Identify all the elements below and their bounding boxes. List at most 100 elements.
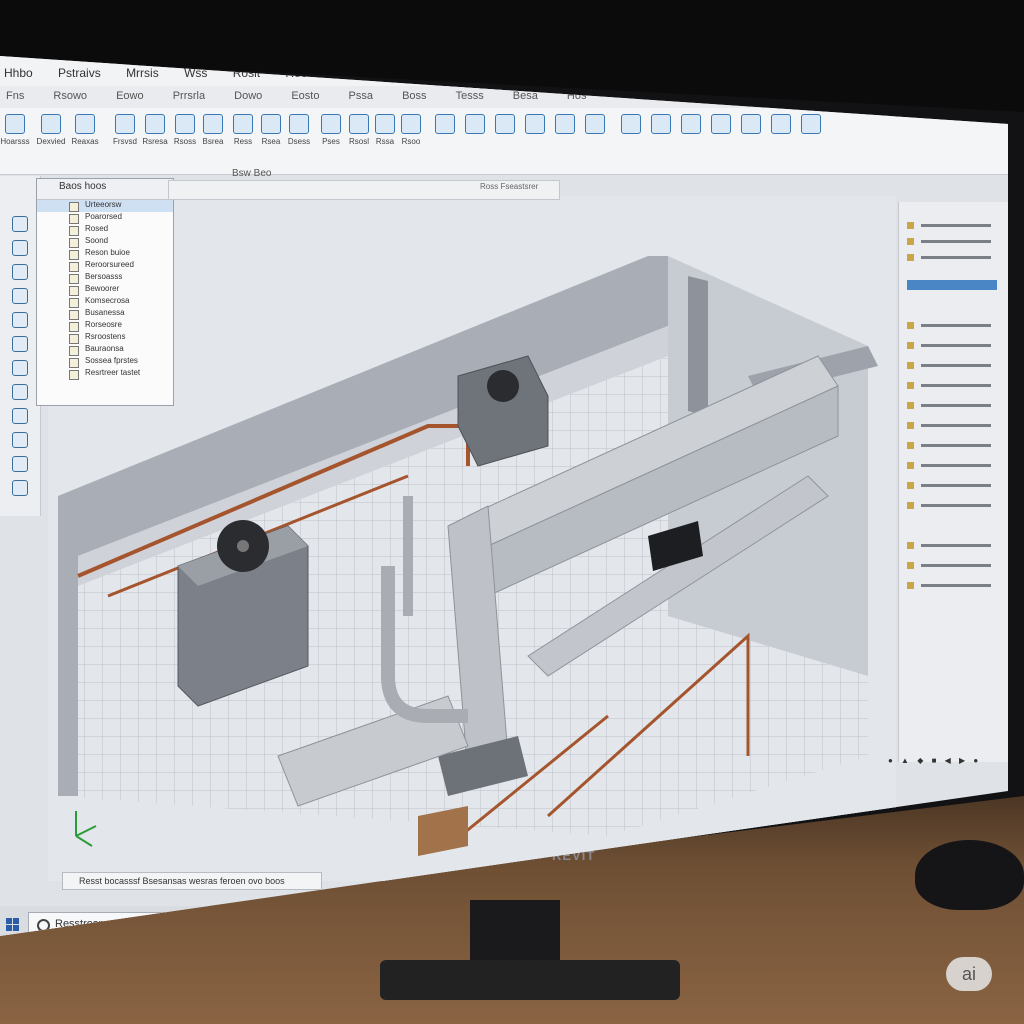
property-row-selected[interactable] bbox=[907, 280, 997, 290]
tool-icon[interactable] bbox=[12, 264, 28, 280]
windows-start-icon[interactable] bbox=[6, 918, 20, 932]
tree-item[interactable]: Rsroostens bbox=[37, 332, 173, 344]
property-row[interactable] bbox=[907, 402, 997, 410]
ribbon-tool[interactable]: Dexvied bbox=[36, 114, 66, 146]
property-row[interactable] bbox=[907, 582, 997, 590]
menu-item[interactable]: Roost bbox=[285, 66, 316, 80]
ribbon-tab[interactable]: Dowo bbox=[234, 86, 262, 102]
ribbon-tool[interactable]: Bsrea bbox=[198, 114, 228, 146]
property-row[interactable] bbox=[907, 482, 997, 490]
tool-icon[interactable] bbox=[12, 360, 28, 376]
ribbon-tool[interactable]: Reaxas bbox=[70, 114, 100, 146]
folder-icon bbox=[69, 298, 79, 308]
tool-icon[interactable] bbox=[12, 288, 28, 304]
property-row[interactable] bbox=[907, 362, 997, 370]
tree-item[interactable]: Resrtreer tastet bbox=[37, 368, 173, 380]
tool-icon bbox=[525, 114, 545, 134]
ribbon-tool[interactable]: Rsoo bbox=[396, 114, 426, 146]
ribbon-tool[interactable] bbox=[490, 114, 520, 137]
3d-model-viewport[interactable] bbox=[48, 196, 896, 881]
tool-icon[interactable] bbox=[12, 480, 28, 496]
ribbon-tab[interactable]: Pssa bbox=[349, 86, 373, 102]
tree-item[interactable]: Sossea fprstes bbox=[37, 356, 173, 368]
tool-icon[interactable] bbox=[12, 336, 28, 352]
tool-icon[interactable] bbox=[12, 384, 28, 400]
tool-icon bbox=[495, 114, 515, 134]
tool-icon[interactable] bbox=[12, 216, 28, 232]
ribbon-tool[interactable] bbox=[676, 114, 706, 137]
property-row[interactable] bbox=[907, 254, 997, 262]
property-row[interactable] bbox=[907, 502, 997, 510]
property-row[interactable] bbox=[907, 238, 997, 246]
tool-icon[interactable] bbox=[12, 432, 28, 448]
ribbon-tool[interactable]: Rsoss bbox=[170, 114, 200, 146]
property-row[interactable] bbox=[907, 342, 997, 350]
view-title: Bsw Beo bbox=[232, 168, 272, 179]
ribbon-tool[interactable] bbox=[796, 114, 826, 137]
ribbon-tool[interactable] bbox=[430, 114, 460, 137]
tree-item[interactable]: Rosed bbox=[37, 224, 173, 236]
property-row[interactable] bbox=[907, 222, 997, 230]
property-row[interactable] bbox=[907, 322, 997, 330]
ribbon-tab[interactable]: Tesss bbox=[456, 86, 484, 102]
tool-icon bbox=[75, 114, 95, 134]
menu-item[interactable]: Pstraivs bbox=[58, 66, 101, 80]
tool-icon[interactable] bbox=[12, 312, 28, 328]
tree-item[interactable]: Poarorsed bbox=[37, 212, 173, 224]
tree-item[interactable]: Reroorsureed bbox=[37, 260, 173, 272]
tree-item[interactable]: Soond bbox=[37, 236, 173, 248]
property-row[interactable] bbox=[907, 542, 997, 550]
ribbon-tab[interactable]: Eowo bbox=[116, 86, 144, 102]
ribbon-tool[interactable]: Dsess bbox=[284, 114, 314, 146]
ribbon-tool[interactable]: Rsea bbox=[256, 114, 286, 146]
ribbon-tab[interactable]: Rsowo bbox=[53, 86, 87, 102]
ribbon-tab[interactable]: Fns bbox=[6, 86, 24, 102]
status-bar: Resst bocasssf Bsesansas wesras feroen o… bbox=[62, 872, 322, 890]
ribbon-tool[interactable] bbox=[550, 114, 580, 137]
tree-item[interactable]: Bersoasss bbox=[37, 272, 173, 284]
ribbon-tool[interactable]: Rsresa bbox=[140, 114, 170, 146]
menu-item[interactable]: Hhbo bbox=[4, 66, 33, 80]
property-row[interactable] bbox=[907, 462, 997, 470]
tool-icon bbox=[233, 114, 253, 134]
tree-item[interactable]: Bewoorer bbox=[37, 284, 173, 296]
property-row[interactable] bbox=[907, 562, 997, 570]
tool-label: Rsosl bbox=[348, 137, 369, 146]
ribbon-tool[interactable] bbox=[520, 114, 550, 137]
tool-icon bbox=[465, 114, 485, 134]
tree-item[interactable]: Bauraonsa bbox=[37, 344, 173, 356]
tree-item[interactable]: Rorseosre bbox=[37, 320, 173, 332]
ribbon-tool[interactable] bbox=[736, 114, 766, 137]
ribbon-tool[interactable] bbox=[766, 114, 796, 137]
ribbon-tab[interactable]: Boss bbox=[402, 86, 426, 102]
ribbon-tool[interactable] bbox=[616, 114, 646, 137]
tool-icon bbox=[401, 114, 421, 134]
property-row[interactable] bbox=[907, 382, 997, 390]
tool-icon[interactable] bbox=[12, 456, 28, 472]
tool-icon bbox=[5, 114, 25, 134]
ribbon-tab[interactable]: Prrsrla bbox=[173, 86, 205, 102]
tool-icon bbox=[555, 114, 575, 134]
tree-item[interactable]: Urteeorsw bbox=[37, 200, 173, 212]
folder-icon bbox=[69, 310, 79, 320]
tool-icon[interactable] bbox=[12, 240, 28, 256]
property-row[interactable] bbox=[907, 442, 997, 450]
tree-item[interactable]: Busanessa bbox=[37, 308, 173, 320]
system-tray[interactable]: ● ▲ ◆ ■ ◀ ▶ ● bbox=[888, 756, 981, 765]
property-row[interactable] bbox=[907, 422, 997, 430]
ribbon-tool[interactable] bbox=[646, 114, 676, 137]
ribbon-tab[interactable]: Eosto bbox=[291, 86, 319, 102]
tree-item[interactable]: Komsecrosa bbox=[37, 296, 173, 308]
ribbon-tool[interactable]: Ress bbox=[228, 114, 258, 146]
ribbon-tool[interactable] bbox=[706, 114, 736, 137]
tree-item[interactable]: Reson buioe bbox=[37, 248, 173, 260]
ribbon-tool[interactable] bbox=[460, 114, 490, 137]
tool-icon bbox=[621, 114, 641, 134]
ribbon-tool[interactable]: Pses bbox=[316, 114, 346, 146]
ribbon-tool[interactable]: Hoarsss bbox=[0, 114, 30, 146]
menu-item[interactable]: Mrrsis bbox=[126, 66, 159, 80]
ribbon-tool[interactable] bbox=[580, 114, 610, 137]
ribbon-tool[interactable]: Frsvsd bbox=[110, 114, 140, 146]
tool-icon[interactable] bbox=[12, 408, 28, 424]
tool-icon bbox=[801, 114, 821, 134]
